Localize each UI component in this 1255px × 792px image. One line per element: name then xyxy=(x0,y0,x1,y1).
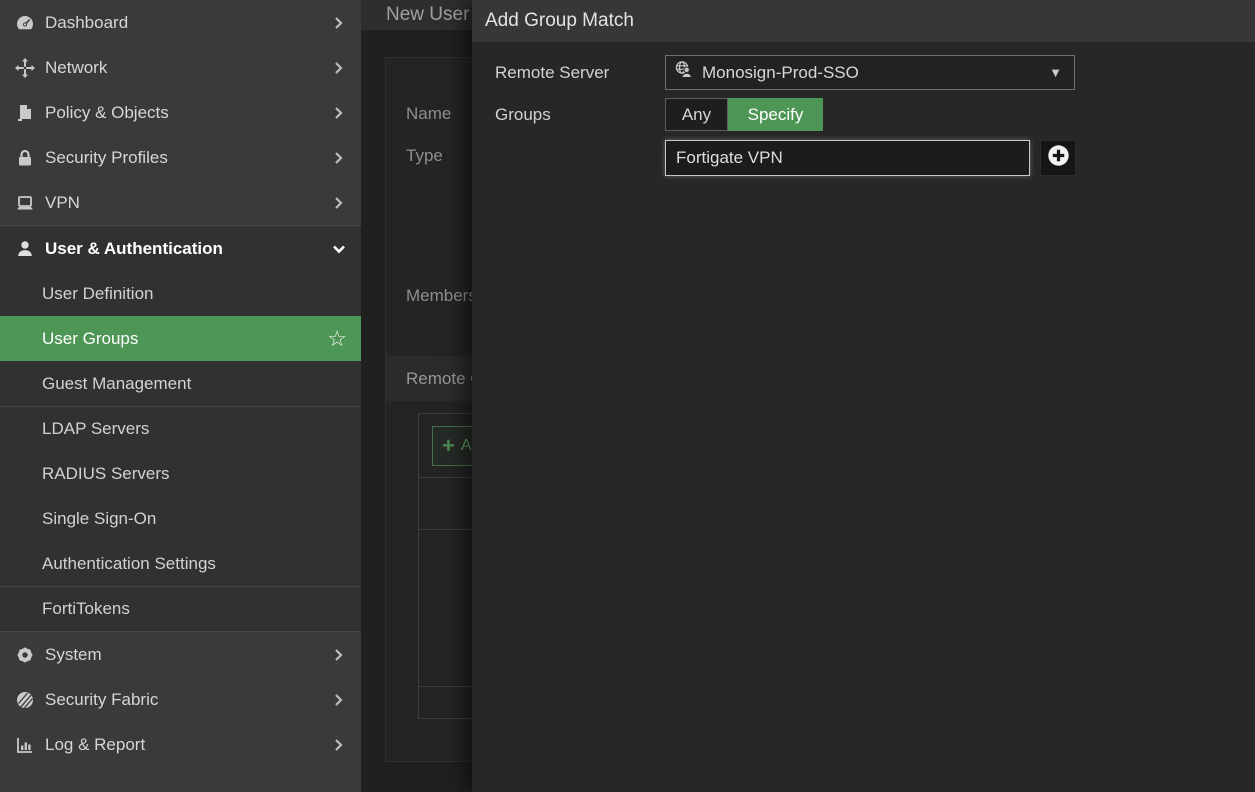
sidebar-item-radius-servers[interactable]: RADIUS Servers xyxy=(0,451,361,496)
name-field-label: Name xyxy=(406,104,451,124)
remote-server-value: Monosign-Prod-SSO xyxy=(702,63,859,83)
chevron-down-icon xyxy=(331,241,347,257)
move-arrows-icon xyxy=(14,57,36,79)
remote-server-dropdown[interactable]: Monosign-Prod-SSO ▼ xyxy=(665,55,1075,90)
sidebar-item-label: User & Authentication xyxy=(45,239,223,259)
sso-server-icon xyxy=(674,60,694,85)
lock-icon xyxy=(14,147,36,169)
sidebar-item-system[interactable]: System xyxy=(0,632,361,677)
user-icon xyxy=(14,238,36,260)
groups-any-option[interactable]: Any xyxy=(665,98,728,131)
chevron-right-icon xyxy=(331,647,347,663)
sidebar-item-label: Policy & Objects xyxy=(45,103,169,123)
sidebar-item-log-report[interactable]: Log & Report xyxy=(0,722,361,767)
sidebar-item-label: System xyxy=(45,645,102,665)
sidebar-item-label: Security Profiles xyxy=(45,148,168,168)
fortigate-app: Dashboard Network Policy & Objects xyxy=(0,0,1255,792)
sidebar-item-label: Security Fabric xyxy=(45,690,158,710)
add-group-entry-button[interactable] xyxy=(1040,140,1076,176)
sidebar-item-security-profiles[interactable]: Security Profiles xyxy=(0,135,361,180)
plus-circle-icon xyxy=(1047,144,1070,172)
bar-chart-icon xyxy=(14,734,36,756)
gauge-icon xyxy=(14,12,36,34)
sidebar-item-policy-objects[interactable]: Policy & Objects xyxy=(0,90,361,135)
chevron-right-icon xyxy=(331,15,347,31)
sidebar-item-ldap-servers[interactable]: LDAP Servers xyxy=(0,406,361,451)
gear-icon xyxy=(14,644,36,666)
group-name-input[interactable] xyxy=(665,140,1030,176)
sidebar-section-user-authentication: User & Authentication User Definition Us… xyxy=(0,225,361,632)
sidebar-item-guest-management[interactable]: Guest Management xyxy=(0,361,361,406)
star-icon[interactable]: ☆ xyxy=(327,328,347,350)
caret-down-icon: ▼ xyxy=(1049,65,1062,80)
sidebar-item-network[interactable]: Network xyxy=(0,45,361,90)
groups-label: Groups xyxy=(495,98,551,131)
sidebar-item-single-sign-on[interactable]: Single Sign-On xyxy=(0,496,361,541)
remote-server-label: Remote Server xyxy=(495,55,609,90)
sidebar: Dashboard Network Policy & Objects xyxy=(0,0,361,792)
sidebar-item-dashboard[interactable]: Dashboard xyxy=(0,0,361,45)
sidebar-item-security-fabric[interactable]: Security Fabric xyxy=(0,677,361,722)
groups-specify-option[interactable]: Specify xyxy=(728,98,823,131)
sidebar-item-authentication-settings[interactable]: Authentication Settings xyxy=(0,541,361,586)
chevron-right-icon xyxy=(331,692,347,708)
chevron-right-icon xyxy=(331,60,347,76)
chevron-right-icon xyxy=(331,737,347,753)
document-icon xyxy=(14,102,36,124)
sidebar-item-user-definition[interactable]: User Definition xyxy=(0,271,361,316)
laptop-icon xyxy=(14,192,36,214)
fabric-icon xyxy=(14,689,36,711)
chevron-right-icon xyxy=(331,150,347,166)
sidebar-item-label: Log & Report xyxy=(45,735,145,755)
add-group-match-modal: Add Group Match Remote Server Monosign-P… xyxy=(472,0,1255,792)
modal-header: Add Group Match xyxy=(472,0,1255,42)
sidebar-item-label: Dashboard xyxy=(45,13,128,33)
members-field-label: Members xyxy=(406,286,477,306)
type-field-label: Type xyxy=(406,146,443,166)
sidebar-item-user-authentication[interactable]: User & Authentication xyxy=(0,226,361,271)
sidebar-item-fortitokens[interactable]: FortiTokens xyxy=(0,586,361,631)
groups-mode-toggle: Any Specify xyxy=(665,98,823,131)
chevron-right-icon xyxy=(331,195,347,211)
chevron-right-icon xyxy=(331,105,347,121)
sidebar-item-user-groups[interactable]: User Groups ☆ xyxy=(0,316,361,361)
modal-title: Add Group Match xyxy=(485,10,634,32)
sidebar-item-label: VPN xyxy=(45,193,80,213)
sidebar-item-label: Network xyxy=(45,58,107,78)
sidebar-item-vpn[interactable]: VPN xyxy=(0,180,361,225)
plus-icon: + xyxy=(442,435,455,457)
